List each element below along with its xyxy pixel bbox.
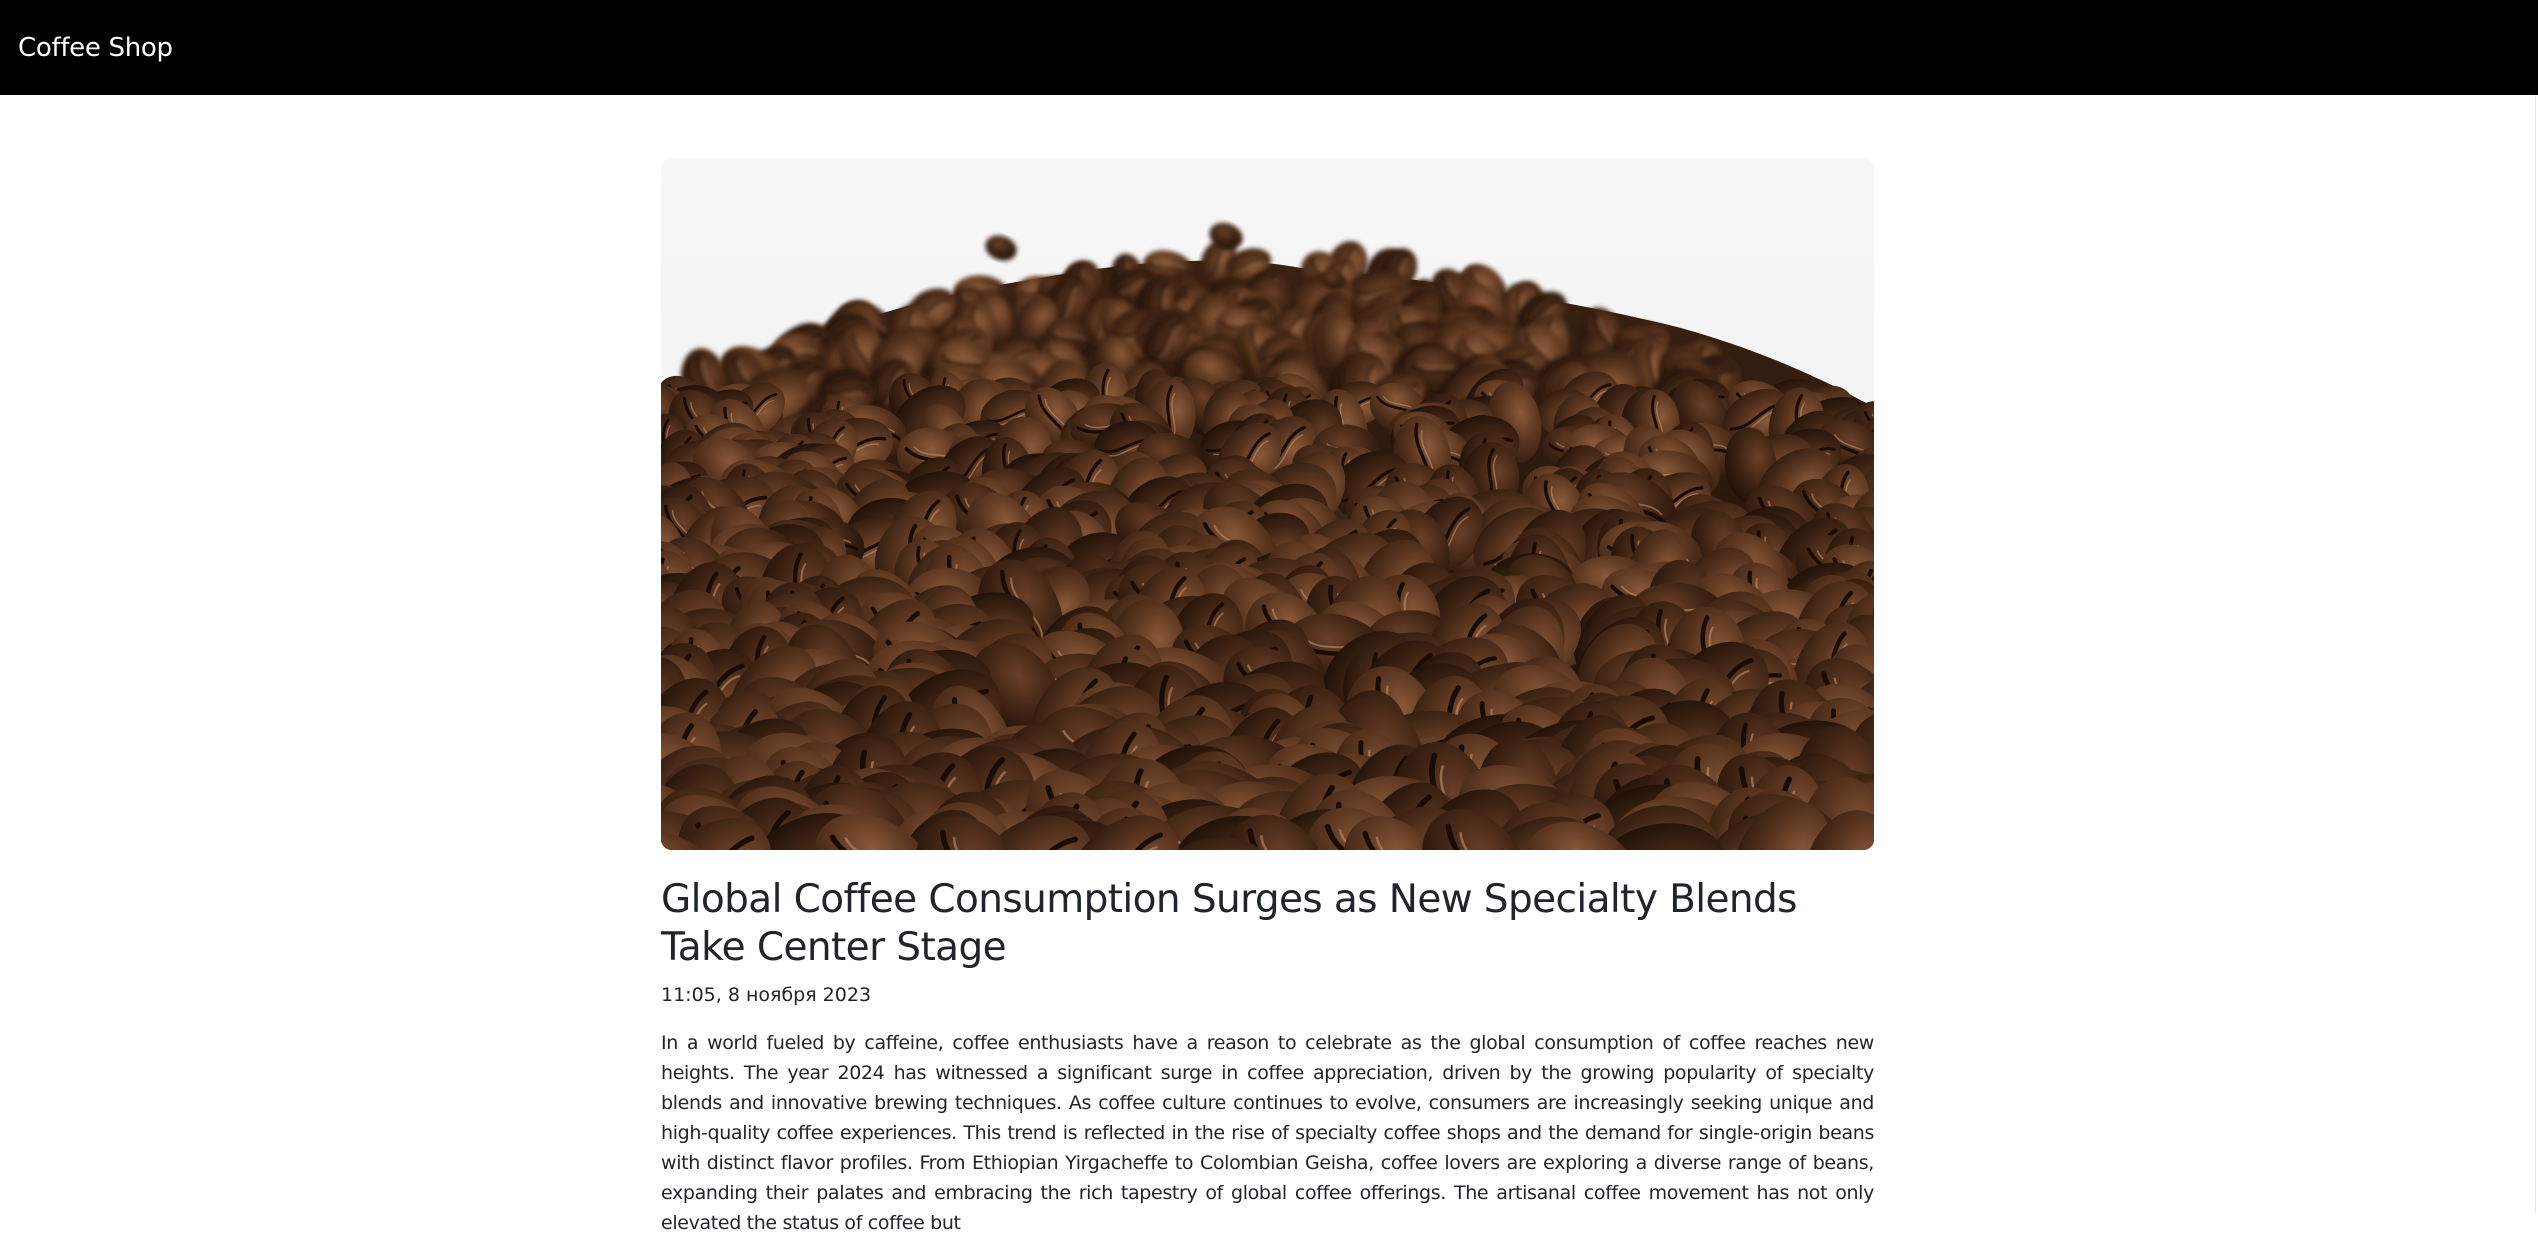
page-edge-divider (2535, 95, 2536, 1213)
article-title: Global Coffee Consumption Surges as New … (661, 877, 1797, 970)
article: Global Coffee Consumption Surges as New … (661, 158, 1874, 1257)
brand-link[interactable]: Coffee Shop (18, 33, 173, 63)
article-hero-image (661, 158, 1874, 850)
article-date: 11:05, 8 ноября 2023 (661, 984, 872, 1006)
article-body: In a world fueled by caffeine, coffee en… (661, 1032, 1874, 1234)
top-navbar: Coffee Shop (0, 0, 2538, 95)
coffee-beans-image (661, 158, 1874, 850)
